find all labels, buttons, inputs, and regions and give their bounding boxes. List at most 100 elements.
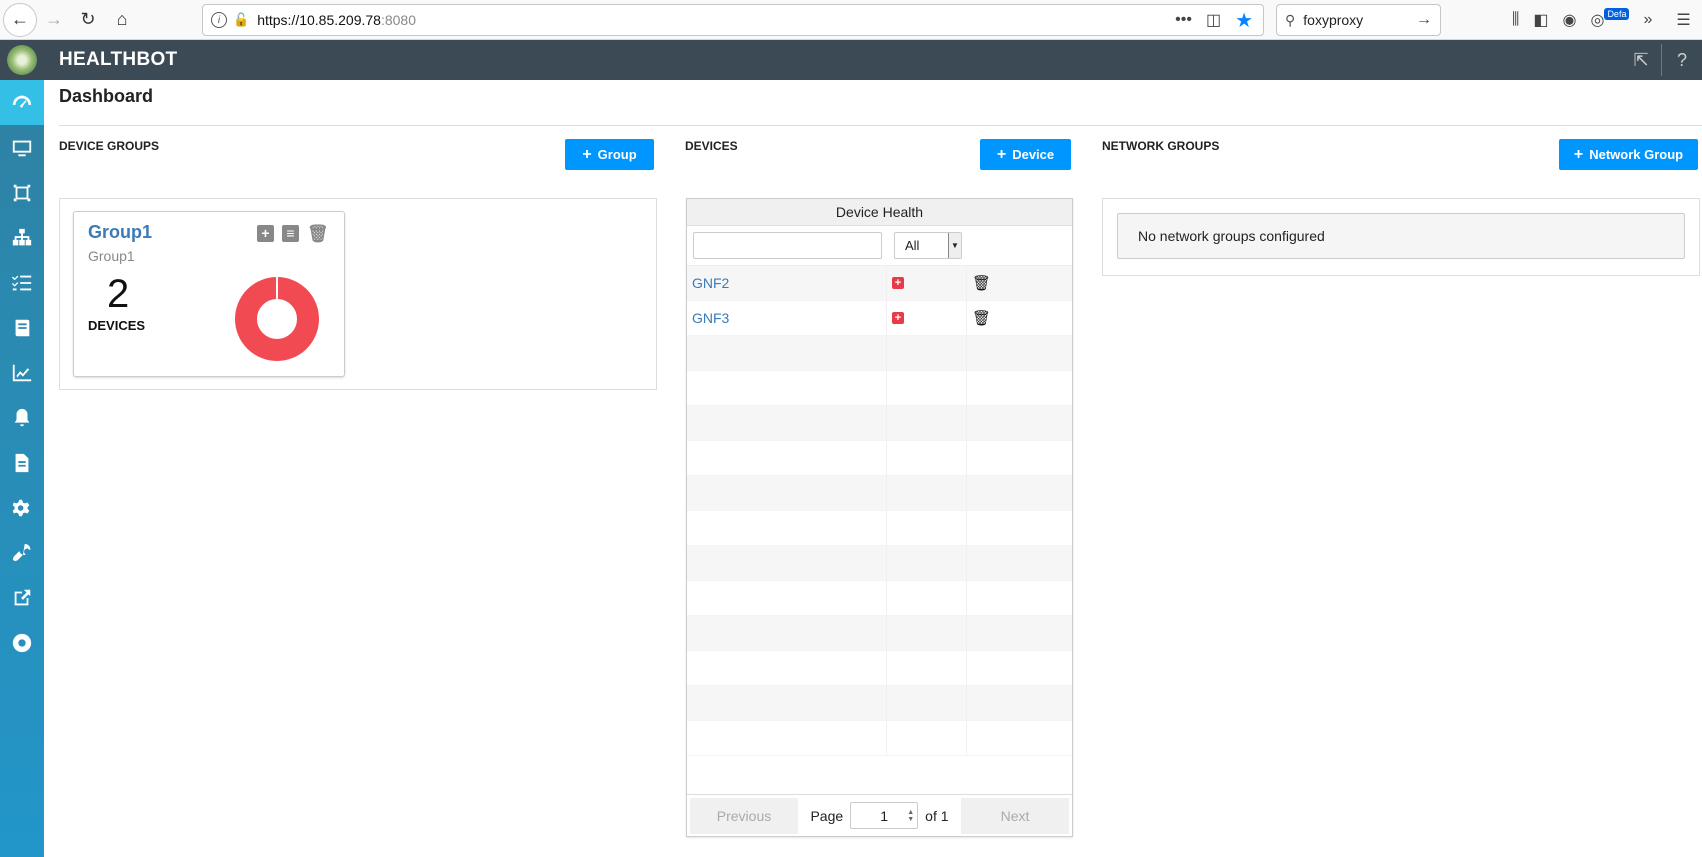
search-icon: ⚲	[1285, 11, 1296, 28]
app-header: HEALTHBOT ⇱ ?	[44, 40, 1702, 80]
wrench-icon	[12, 543, 31, 561]
devices-table: Device Health All ▼ GNF2 + 🗑 GNF3 + 🗑 Pr…	[686, 198, 1073, 837]
dashboard-icon	[12, 95, 32, 107]
device-link[interactable]: GNF3	[692, 310, 729, 326]
delete-device-icon[interactable]: 🗑	[972, 274, 991, 292]
open-new-window-icon[interactable]: ⇱	[1621, 50, 1661, 71]
book-icon	[15, 319, 30, 336]
health-filter-value: All	[905, 238, 920, 253]
add-device-button[interactable]: + Device	[980, 139, 1071, 170]
sidebar-item-dashboard[interactable]	[0, 80, 44, 125]
app-title: HEALTHBOT	[59, 49, 178, 70]
empty-row	[687, 371, 1072, 406]
device-link[interactable]: GNF2	[692, 275, 729, 291]
bell-icon	[14, 408, 30, 426]
sidebar-item-charts[interactable]	[0, 350, 44, 395]
health-status-icon[interactable]: +	[892, 312, 904, 324]
sidebar-item-support[interactable]	[0, 620, 44, 665]
document-icon	[15, 453, 29, 472]
overflow-chevron-icon[interactable]: »	[1643, 11, 1652, 29]
add-device-to-group-icon[interactable]: +	[257, 225, 274, 242]
add-group-button[interactable]: + Group	[565, 139, 654, 170]
table-row: GNF3 + 🗑	[687, 301, 1072, 336]
group-name-link[interactable]: Group1	[88, 222, 152, 243]
search-go-icon[interactable]: →	[1416, 11, 1432, 29]
sidebar-item-topology[interactable]	[0, 170, 44, 215]
help-button[interactable]: ?	[1662, 50, 1702, 71]
next-page-button[interactable]: Next	[961, 797, 1069, 834]
empty-row	[687, 336, 1072, 371]
edit-group-icon[interactable]: ≡	[282, 225, 299, 242]
sidebar-item-alerts[interactable]	[0, 395, 44, 440]
health-filter-select[interactable]: All ▼	[894, 232, 962, 259]
lock-warning-icon[interactable]: 🔓	[233, 12, 249, 28]
spinner-arrows-icon[interactable]: ▲ ▼	[907, 809, 914, 823]
group-device-count-label: DEVICES	[88, 318, 146, 333]
chart-icon	[12, 364, 32, 381]
menu-icon[interactable]: ☰	[1676, 10, 1690, 30]
plus-icon: +	[1573, 145, 1584, 163]
empty-row	[687, 686, 1072, 721]
search-text: foxyproxy	[1303, 12, 1364, 28]
devices-rows: GNF2 + 🗑 GNF3 + 🗑	[687, 266, 1072, 756]
delete-group-icon[interactable]: 🗑	[307, 225, 329, 242]
sidebar-item-network[interactable]	[0, 215, 44, 260]
page-number-input[interactable]: 1 ▲ ▼	[850, 802, 919, 829]
app-sidebar	[0, 40, 44, 857]
group-health-donut[interactable]	[233, 275, 321, 363]
arrow-left-icon: ←	[11, 9, 29, 29]
table-row: GNF2 + 🗑	[687, 266, 1072, 301]
forward-button[interactable]: →	[37, 3, 71, 37]
sidebar-item-tools[interactable]	[0, 530, 44, 575]
sidebar-item-external[interactable]	[0, 575, 44, 620]
pocket-icon[interactable]: ◫	[1206, 10, 1221, 30]
empty-row	[687, 581, 1072, 616]
address-bar[interactable]: i 🔓 https://10.85.209.78:8080 ••• ◫ ★	[202, 4, 1264, 36]
empty-row	[687, 441, 1072, 476]
account-icon[interactable]: ◉	[1563, 10, 1577, 30]
empty-row	[687, 476, 1072, 511]
sidebar-toggle-icon[interactable]: ◧	[1533, 10, 1548, 30]
sidebar-item-settings[interactable]	[0, 485, 44, 530]
sidebar-item-playbooks[interactable]	[0, 305, 44, 350]
add-network-group-label: Network Group	[1589, 147, 1684, 162]
page-actions-icon[interactable]: •••	[1175, 11, 1192, 29]
browser-toolbar: ← → ↻ ⌂ i 🔓 https://10.85.209.78:8080 ••…	[0, 0, 1702, 40]
page-title: Dashboard	[59, 86, 154, 106]
empty-network-groups-message: No network groups configured	[1117, 213, 1685, 259]
network-groups-label: NETWORK GROUPS	[1102, 139, 1220, 153]
devices-pager: Previous Page 1 ▲ ▼ of 1 Next	[687, 794, 1072, 836]
extension-icon[interactable]: ◎ Defa	[1590, 8, 1630, 30]
sidebar-item-devices[interactable]	[0, 125, 44, 170]
network-groups-panel: No network groups configured	[1102, 198, 1700, 276]
app-logo[interactable]	[0, 40, 44, 80]
device-health-header: Device Health	[687, 199, 1072, 226]
library-icon[interactable]: ⫼	[1512, 11, 1519, 29]
sidebar-item-rules[interactable]	[0, 260, 44, 305]
device-name-filter-input[interactable]	[693, 232, 882, 259]
home-icon: ⌂	[116, 9, 128, 29]
empty-row	[687, 721, 1072, 756]
home-button[interactable]: ⌂	[105, 3, 139, 37]
add-network-group-button[interactable]: + Network Group	[1559, 139, 1698, 170]
back-button[interactable]: ←	[3, 2, 37, 37]
empty-row	[687, 546, 1072, 581]
group-card[interactable]: Group1 Group1 + ≡ 🗑 2 DEVICES	[73, 211, 345, 377]
delete-device-icon[interactable]: 🗑	[972, 309, 991, 327]
list-icon	[11, 275, 32, 290]
add-device-label: Device	[1012, 147, 1055, 162]
empty-row	[687, 406, 1072, 441]
plus-icon: +	[996, 145, 1007, 163]
page-label: Page	[810, 807, 844, 824]
add-group-label: Group	[597, 147, 637, 162]
browser-search-box[interactable]: ⚲ foxyproxy →	[1276, 4, 1441, 36]
info-icon[interactable]: i	[211, 12, 227, 28]
bookmark-star-icon[interactable]: ★	[1235, 8, 1253, 33]
previous-page-button[interactable]: Previous	[690, 797, 798, 834]
sidebar-item-reports[interactable]	[0, 440, 44, 485]
health-status-icon[interactable]: +	[892, 277, 904, 289]
devices-label: DEVICES	[685, 139, 738, 153]
reload-button[interactable]: ↻	[71, 3, 105, 37]
title-divider	[59, 125, 1702, 126]
crop-icon	[13, 184, 31, 201]
